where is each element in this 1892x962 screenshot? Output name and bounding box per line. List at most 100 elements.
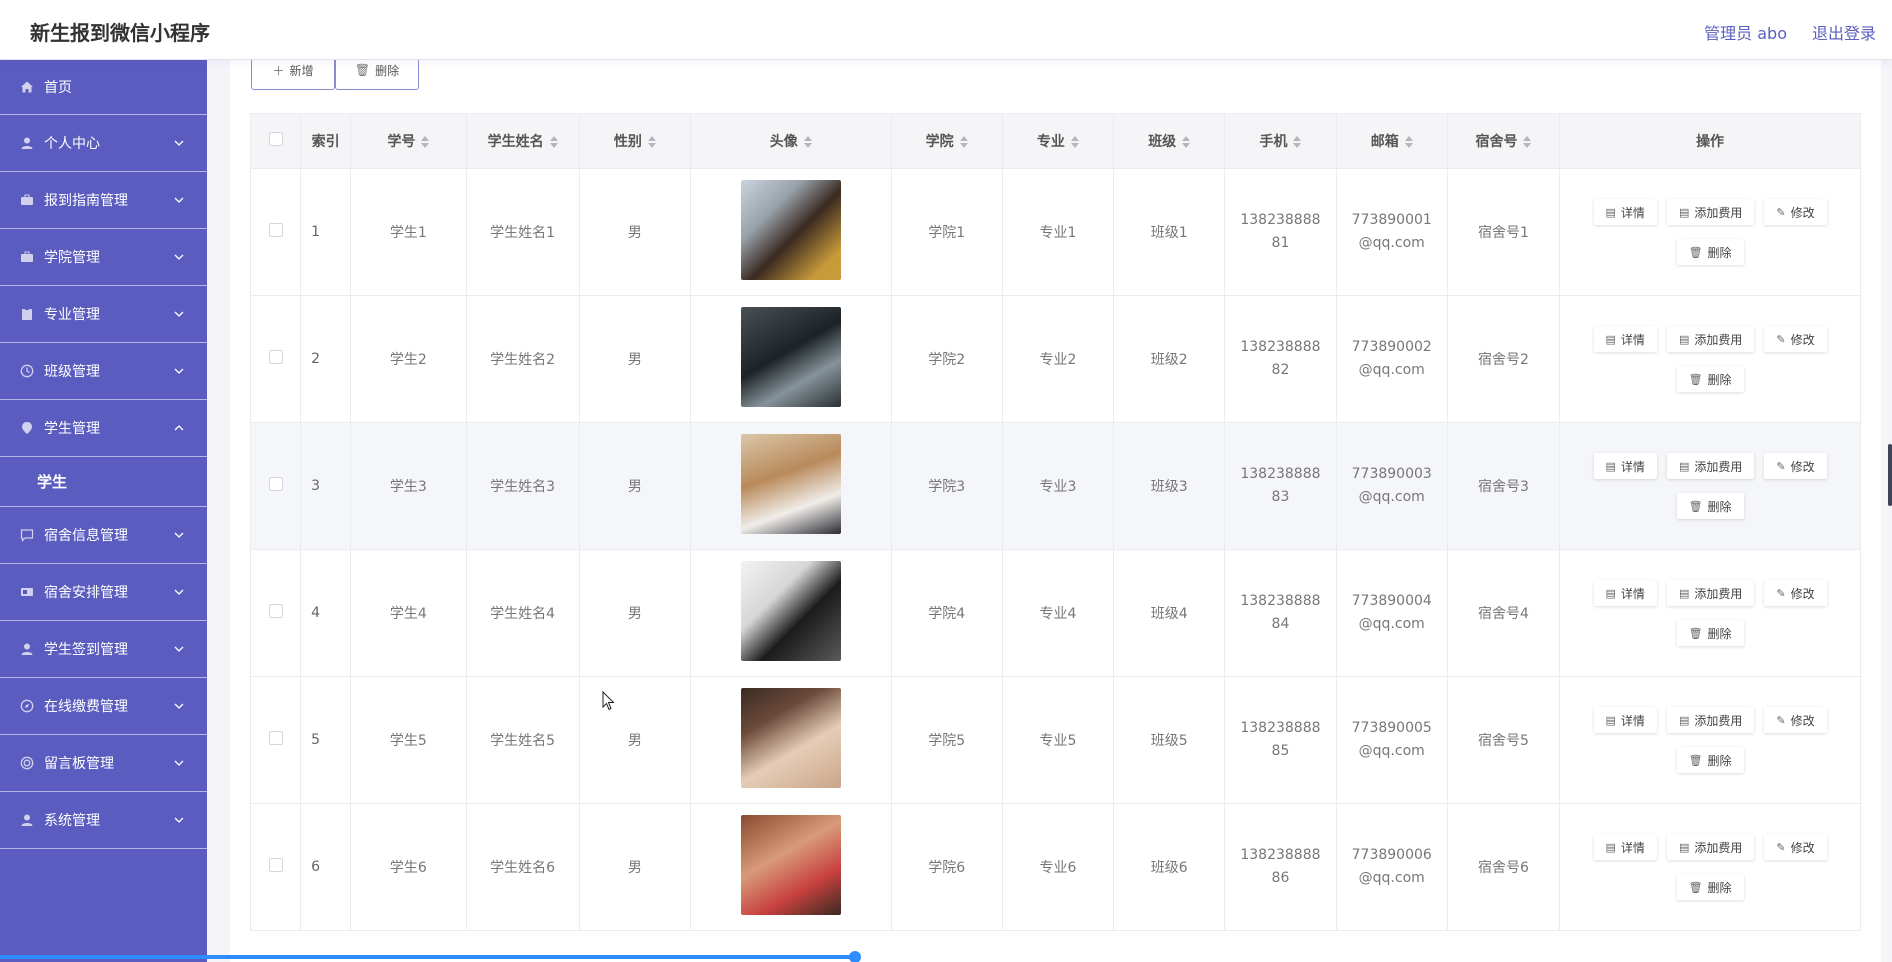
- row-checkbox[interactable]: [268, 350, 283, 364]
- cell-phone: 13823888886: [1224, 803, 1337, 931]
- sidebar-item-system[interactable]: 系统管理: [0, 792, 207, 849]
- edit-button[interactable]: ✎ 修改: [1764, 580, 1827, 606]
- sidebar-item-home[interactable]: 首页: [0, 60, 207, 115]
- edit-button[interactable]: ✎ 修改: [1764, 453, 1827, 479]
- detail-button[interactable]: ▤ 详情: [1593, 199, 1657, 225]
- cell-dorm: 宿舍号6: [1446, 803, 1561, 931]
- sort-icon[interactable]: [647, 136, 656, 148]
- row-delete-button[interactable]: 🗑 删除: [1676, 493, 1744, 519]
- header-phone[interactable]: 手机: [1224, 113, 1337, 169]
- email-text: 773890006@qq.com: [1351, 847, 1432, 886]
- header-student-name[interactable]: 学生姓名: [465, 113, 580, 169]
- document-icon: ▤: [1678, 459, 1690, 473]
- cell-avatar: [690, 168, 892, 296]
- row-checkbox[interactable]: [268, 858, 283, 872]
- chevron-down-icon: [173, 194, 185, 206]
- cell-phone: 13823888882: [1224, 295, 1337, 423]
- sidebar-item-dorm-info[interactable]: 宿舍信息管理: [0, 507, 207, 564]
- row-delete-button[interactable]: 🗑 删除: [1676, 366, 1744, 392]
- edit-button[interactable]: ✎ 修改: [1764, 199, 1827, 225]
- cell-gender: 男: [578, 676, 692, 804]
- email-text: 773890002@qq.com: [1351, 339, 1432, 378]
- sidebar-item-board[interactable]: 留言板管理: [0, 735, 207, 792]
- scrollbar-thumb[interactable]: [1888, 444, 1892, 506]
- cell-email: 773890004@qq.com: [1335, 549, 1448, 677]
- document-icon: ▤: [1605, 332, 1616, 346]
- edit-button[interactable]: ✎ 修改: [1764, 707, 1827, 733]
- sidebar-item-checkin[interactable]: 学生签到管理: [0, 621, 207, 678]
- detail-button[interactable]: ▤ 详情: [1593, 580, 1657, 606]
- sort-icon[interactable]: [1404, 136, 1413, 148]
- add-fee-button[interactable]: ▤ 添加费用: [1666, 707, 1755, 733]
- add-fee-button[interactable]: ▤ 添加费用: [1666, 580, 1755, 606]
- sidebar-item-college[interactable]: 学院管理: [0, 229, 207, 286]
- sidebar-subitem-student[interactable]: 学生: [0, 457, 207, 507]
- header-dorm[interactable]: 宿舍号: [1446, 113, 1561, 169]
- header-college[interactable]: 学院: [890, 113, 1003, 169]
- detail-button[interactable]: ▤ 详情: [1593, 707, 1657, 733]
- row-select-cell: [249, 168, 302, 296]
- header-student-no[interactable]: 学号: [350, 113, 467, 169]
- sidebar-item-payment[interactable]: 在线缴费管理: [0, 678, 207, 735]
- add-fee-button[interactable]: ▤ 添加费用: [1666, 453, 1755, 479]
- header-class[interactable]: 班级: [1113, 113, 1226, 169]
- sidebar-item-label: 系统管理: [44, 813, 100, 829]
- row-delete-button[interactable]: 🗑 删除: [1676, 239, 1744, 265]
- sort-icon[interactable]: [1293, 136, 1302, 148]
- logout-link[interactable]: 退出登录: [1812, 20, 1876, 44]
- row-checkbox[interactable]: [268, 731, 283, 745]
- add-button[interactable]: ＋ 新增: [251, 60, 335, 90]
- detail-button[interactable]: ▤ 详情: [1593, 453, 1657, 479]
- cell-index: 2: [300, 295, 352, 423]
- trash-icon: 🗑: [1688, 753, 1703, 767]
- sort-icon[interactable]: [1182, 136, 1191, 148]
- cell-major: 专业2: [1001, 295, 1115, 423]
- sort-icon[interactable]: [959, 136, 968, 148]
- cell-phone: 13823888885: [1224, 676, 1337, 804]
- row-delete-button[interactable]: 🗑 删除: [1676, 747, 1744, 773]
- delete-button[interactable]: 🗑 删除: [335, 60, 419, 90]
- sort-icon[interactable]: [1523, 136, 1532, 148]
- sidebar-item-student[interactable]: 学生管理: [0, 400, 207, 457]
- header-major[interactable]: 专业: [1001, 113, 1115, 169]
- row-checkbox[interactable]: [268, 477, 283, 491]
- chevron-down-icon: [173, 586, 185, 598]
- avatar: [740, 434, 841, 534]
- table-row: 6 学生6 学生姓名6 男 学院6 专业6 班级6 13823888886 77…: [249, 803, 1861, 931]
- detail-button[interactable]: ▤ 详情: [1593, 834, 1657, 860]
- add-fee-button[interactable]: ▤ 添加费用: [1666, 199, 1755, 225]
- document-icon: ▤: [1678, 713, 1690, 727]
- sort-icon[interactable]: [421, 136, 430, 148]
- header-email[interactable]: 邮箱: [1335, 113, 1448, 169]
- sort-icon[interactable]: [1070, 136, 1079, 148]
- sidebar-item-class[interactable]: 班级管理: [0, 343, 207, 400]
- cell-major: 专业4: [1001, 549, 1115, 677]
- action-group: ▤ 详情 ▤ 添加费用 ✎ 修改 🗑 删除: [1560, 326, 1860, 392]
- add-fee-button[interactable]: ▤ 添加费用: [1666, 834, 1755, 860]
- cell-actions: ▤ 详情 ▤ 添加费用 ✎ 修改 🗑 删除: [1559, 295, 1861, 423]
- add-fee-button[interactable]: ▤ 添加费用: [1666, 326, 1755, 352]
- row-delete-button[interactable]: 🗑 删除: [1676, 874, 1744, 900]
- row-delete-button[interactable]: 🗑 删除: [1676, 620, 1744, 646]
- row-checkbox[interactable]: [268, 223, 283, 237]
- header-gender[interactable]: 性别: [578, 113, 692, 169]
- document-icon: ▤: [1678, 205, 1690, 219]
- select-all-checkbox[interactable]: [268, 132, 283, 146]
- sort-icon[interactable]: [549, 136, 558, 148]
- progress-handle[interactable]: [849, 951, 861, 962]
- row-select-cell: [249, 803, 302, 931]
- edit-button[interactable]: ✎ 修改: [1764, 326, 1827, 352]
- edit-button[interactable]: ✎ 修改: [1764, 834, 1827, 860]
- cell-major: 专业5: [1001, 676, 1115, 804]
- sidebar-item-guide[interactable]: 报到指南管理: [0, 172, 207, 229]
- sidebar-item-major[interactable]: 专业管理: [0, 286, 207, 343]
- main-panel: ＋ 新增 🗑 删除 索引 学号 学生姓名 性别 头像 学院 专业 班级 手机 邮箱 …: [230, 60, 1881, 962]
- header-avatar[interactable]: 头像: [690, 113, 892, 169]
- cell-index: 5: [300, 676, 352, 804]
- sidebar-item-dorm-arrange[interactable]: 宿舍安排管理: [0, 564, 207, 621]
- sort-icon[interactable]: [803, 136, 812, 148]
- table-row: 2 学生2 学生姓名2 男 学院2 专业2 班级2 13823888882 77…: [249, 295, 1861, 423]
- detail-button[interactable]: ▤ 详情: [1593, 326, 1657, 352]
- row-checkbox[interactable]: [268, 604, 283, 618]
- sidebar-item-profile[interactable]: 个人中心: [0, 115, 207, 172]
